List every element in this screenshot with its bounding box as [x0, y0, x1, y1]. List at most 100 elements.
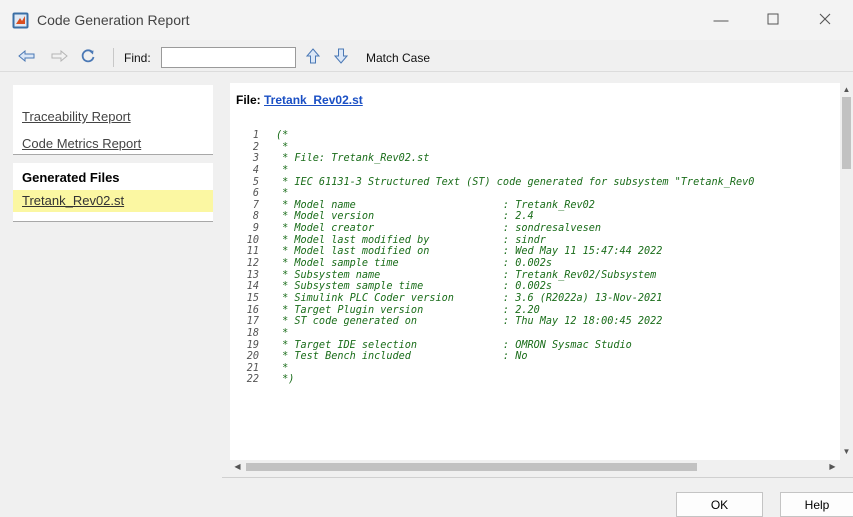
- refresh-icon: [80, 48, 96, 67]
- line-number: 5: [252, 176, 259, 188]
- code-text: (*: [276, 130, 289, 141]
- find-input[interactable]: [161, 47, 296, 68]
- forward-arrow-icon: [50, 49, 68, 65]
- footer-divider: [222, 477, 853, 478]
- scroll-left-icon[interactable]: ◀: [231, 460, 244, 473]
- code-text: * IEC 61131-3 Structured Text (ST) code …: [276, 176, 755, 188]
- code-line: 16 * Target Plugin version : 2.20: [230, 305, 754, 317]
- code-text: * Model last modified by : sindr: [276, 234, 546, 246]
- line-number: 22: [246, 374, 259, 386]
- toolbar-separator: [113, 48, 114, 67]
- file-heading: File: Tretank_Rev02.st: [236, 93, 363, 107]
- line-number: 2: [252, 141, 259, 153]
- code-text: * Model sample time : 0.002s: [276, 258, 553, 270]
- code-text: * Subsystem sample time : 0.002s: [276, 281, 553, 293]
- find-next-button[interactable]: [332, 48, 350, 67]
- scroll-down-icon[interactable]: ▼: [840, 445, 853, 458]
- line-number: 20: [246, 351, 259, 363]
- code-text: * Target IDE selection : OMRON Sysmac St…: [276, 339, 632, 351]
- code-text: * Model last modified on : Wed May 11 15…: [276, 246, 663, 258]
- vertical-scroll-thumb[interactable]: [842, 97, 851, 169]
- code-line: 11 * Model last modified on : Wed May 11…: [230, 246, 754, 258]
- code-line: 10 * Model last modified by : sindr: [230, 235, 754, 247]
- minimize-button[interactable]: —: [704, 6, 738, 34]
- code-text: * File: Tretank_Rev02.st: [276, 153, 430, 165]
- match-case-toggle[interactable]: Match Case: [366, 51, 430, 65]
- generated-files-panel: Generated Files Tretank_Rev02.st: [13, 163, 213, 221]
- sidebar-file-item[interactable]: Tretank_Rev02.st: [13, 190, 213, 212]
- code-text: *): [276, 374, 295, 386]
- file-label: File:: [236, 93, 261, 107]
- code-line: 2 *: [230, 142, 754, 154]
- horizontal-scrollbar[interactable]: ◀ ▶: [230, 460, 840, 474]
- find-label: Find:: [124, 51, 151, 65]
- find-previous-button[interactable]: [304, 47, 322, 67]
- refresh-button[interactable]: [79, 48, 97, 67]
- code-text: * Model name : Tretank_Rev02: [276, 199, 595, 211]
- traceability-report-link[interactable]: Traceability Report: [22, 109, 131, 124]
- back-arrow-icon: [18, 49, 36, 65]
- sidebar-divider: [13, 221, 213, 222]
- maximize-icon: [767, 12, 779, 29]
- line-number: 15: [246, 292, 259, 304]
- code-text: * Test Bench included : No: [276, 351, 528, 363]
- vertical-scrollbar[interactable]: ▲ ▼: [840, 83, 853, 460]
- sidebar-file-link[interactable]: Tretank_Rev02.st: [22, 193, 124, 208]
- code-line: 21 *: [230, 363, 754, 375]
- code-line: 17 * ST code generated on : Thu May 12 1…: [230, 316, 754, 328]
- code-line: 13 * Subsystem name : Tretank_Rev02/Subs…: [230, 270, 754, 282]
- code-text: * Model version : 2.4: [276, 211, 534, 223]
- line-number: 4: [252, 164, 259, 176]
- code-text: *: [276, 327, 289, 339]
- code-line: 18 *: [230, 328, 754, 340]
- line-number: 21: [246, 362, 259, 374]
- generated-files-heading: Generated Files: [22, 170, 120, 185]
- line-number: 18: [246, 327, 259, 339]
- code-line: 9 * Model creator : sondresalvesen: [230, 223, 754, 235]
- code-text: * Subsystem name : Tretank_Rev02/Subsyst…: [276, 269, 657, 281]
- line-number: 16: [246, 304, 259, 316]
- scroll-right-icon[interactable]: ▶: [826, 460, 839, 473]
- minimize-icon: —: [713, 11, 729, 29]
- line-number: 12: [246, 258, 259, 270]
- line-number: 11: [246, 246, 259, 258]
- toolbar: Find: Match Case: [0, 42, 853, 72]
- sidebar-divider: [13, 154, 213, 155]
- code-line: 7 * Model name : Tretank_Rev02: [230, 200, 754, 212]
- line-number: 17: [246, 316, 259, 328]
- code-line: 19 * Target IDE selection : OMRON Sysmac…: [230, 340, 754, 352]
- file-link[interactable]: Tretank_Rev02.st: [264, 93, 363, 107]
- code-text: *: [276, 362, 289, 374]
- code-line: 22 *): [230, 374, 754, 386]
- maximize-button[interactable]: [756, 6, 790, 34]
- line-number: 10: [246, 234, 259, 246]
- horizontal-scroll-thumb[interactable]: [246, 463, 697, 471]
- matlab-app-icon: [12, 12, 29, 29]
- code-text: *: [276, 164, 289, 176]
- code-line: 6 *: [230, 188, 754, 200]
- sidebar: Traceability Report Code Metrics Report …: [0, 73, 222, 477]
- code-metrics-report-link[interactable]: Code Metrics Report: [22, 136, 141, 151]
- back-button[interactable]: [18, 49, 36, 65]
- close-button[interactable]: [808, 6, 842, 34]
- report-content: File: Tretank_Rev02.st 1 (* 2 * 3 * File: T…: [222, 73, 853, 477]
- line-number: 3: [252, 153, 259, 165]
- code-line: 5 * IEC 61131-3 Structured Text (ST) cod…: [230, 176, 755, 189]
- ok-button[interactable]: OK: [676, 492, 763, 517]
- code-line: 20 * Test Bench included : No: [230, 351, 754, 363]
- line-number: 19: [246, 339, 259, 351]
- code-text: * Model creator : sondresalvesen: [276, 223, 602, 235]
- line-number: 6: [252, 188, 259, 200]
- scroll-up-icon[interactable]: ▲: [840, 83, 853, 96]
- report-links-panel: Traceability Report Code Metrics Report: [13, 85, 213, 154]
- code-line: 12 * Model sample time : 0.002s: [230, 258, 754, 270]
- line-number: 7: [252, 199, 259, 211]
- code-view[interactable]: File: Tretank_Rev02.st 1 (* 2 * 3 * File: T…: [230, 83, 840, 460]
- forward-button[interactable]: [50, 49, 68, 65]
- code-line: 15 * Simulink PLC Coder version : 3.6 (R…: [230, 293, 754, 305]
- arrow-up-icon: [305, 47, 321, 67]
- code-text: * Target Plugin version : 2.20: [276, 304, 540, 316]
- help-button[interactable]: Help: [780, 492, 853, 517]
- close-icon: [819, 12, 831, 29]
- arrow-down-icon: [333, 48, 349, 67]
